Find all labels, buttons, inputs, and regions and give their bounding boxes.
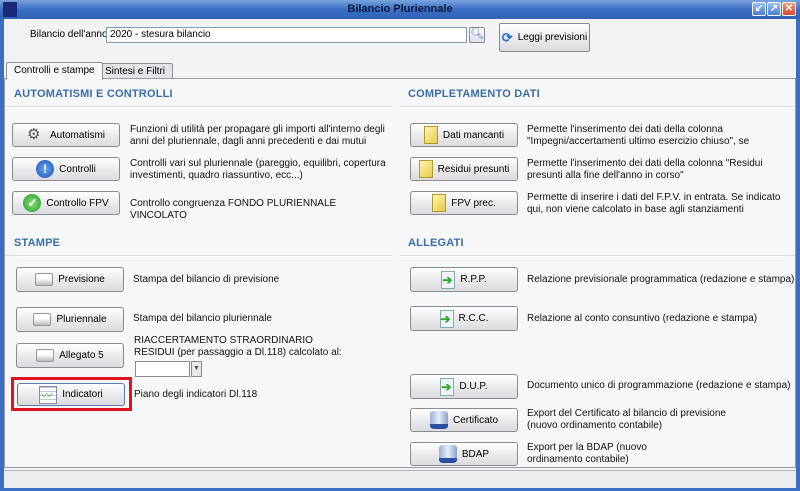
button-label: Previsione	[58, 274, 105, 285]
dup-desc: Documento unico di programmazione (redaz…	[527, 380, 791, 391]
app-icon	[3, 2, 17, 17]
button-label: FPV prec.	[451, 197, 496, 209]
chevron-down-icon: ▼	[193, 365, 200, 372]
section-automatismi-title: AUTOMATISMI E CONTROLLI	[14, 88, 173, 100]
date-input[interactable]	[135, 361, 190, 377]
fpv-prec-button[interactable]: FPV prec.	[410, 191, 518, 215]
rcc-desc: Relazione al conto consuntivo (redazione…	[527, 313, 758, 324]
section-completamento-title: COMPLETAMENTO DATI	[408, 88, 540, 100]
tab-controlli-e-stampe[interactable]: Controlli e stampe	[6, 62, 103, 80]
pluriennale-button[interactable]: Pluriennale	[16, 307, 124, 332]
controllo-fpv-button[interactable]: ✓ Controllo FPV	[12, 191, 120, 215]
automatismi-desc: Funzioni di utilità per propagare gli im…	[130, 124, 385, 147]
dati-mancanti-desc: Permette l'inserimento dei dati della co…	[527, 124, 750, 147]
tools-icon: ⚙	[26, 126, 41, 143]
divider	[400, 255, 795, 257]
document-arrow-icon: ➔	[441, 270, 456, 289]
divider	[5, 106, 392, 108]
button-label: Pluriennale	[56, 314, 107, 325]
tab-sintesi-e-filtri[interactable]: Sintesi e Filtri	[97, 63, 174, 79]
bdap-desc: Export per la BDAP (nuovo ordinamento co…	[527, 442, 647, 465]
certificato-button[interactable]: Certificato	[410, 408, 518, 432]
close-button[interactable]: ✕	[782, 2, 796, 16]
magnifier-icon: 🔍︎	[470, 28, 484, 40]
leggi-previsioni-button[interactable]: ⟳ Leggi previsioni	[499, 23, 590, 52]
database-save-icon	[438, 445, 457, 463]
rcc-button[interactable]: ➔ R.C.C.	[410, 306, 518, 331]
dati-mancanti-button[interactable]: Dati mancanti	[410, 123, 518, 147]
button-label: BDAP	[461, 448, 490, 460]
button-label: Indicatori	[62, 389, 103, 400]
controlli-button[interactable]: ! Controlli	[12, 157, 120, 181]
edit-document-icon	[423, 126, 438, 144]
bdap-button[interactable]: BDAP	[410, 442, 518, 466]
minimize-button[interactable]: ↙	[752, 2, 766, 16]
printer-icon	[33, 313, 52, 326]
document-arrow-icon: ➔	[440, 377, 455, 396]
controlli-desc: Controlli vari sul pluriennale (pareggio…	[130, 158, 386, 181]
edit-document-icon	[418, 160, 433, 178]
title-bar: Bilancio Pluriennale ↙ ↗ ✕	[0, 0, 800, 19]
divider	[400, 106, 795, 108]
year-label: Bilancio dell'anno:	[30, 29, 111, 40]
button-label: Allegato 5	[59, 350, 104, 361]
database-save-icon	[429, 411, 448, 429]
button-label: R.P.P.	[460, 274, 487, 285]
previsione-desc: Stampa del bilancio di previsione	[133, 274, 280, 285]
button-label: Automatismi	[49, 129, 105, 141]
info-exclamation-icon: !	[36, 160, 55, 178]
window-title: Bilancio Pluriennale	[347, 3, 453, 15]
year-input[interactable]: 2020 - stesura bilancio	[106, 27, 467, 43]
rpp-desc: Relazione previsionale programmatica (re…	[527, 274, 795, 285]
rpp-button[interactable]: ➔ R.P.P.	[410, 267, 518, 292]
button-label: Controlli	[59, 163, 96, 175]
pluriennale-desc: Stampa del bilancio pluriennale	[133, 313, 272, 324]
fpv-prec-desc: Permette di inserire i dati del F.P.V. i…	[527, 192, 781, 215]
previsione-button[interactable]: Previsione	[16, 267, 124, 292]
indicatori-desc: Piano degli indicatori Dl.118	[134, 389, 258, 400]
chart-icon: 〰	[39, 385, 58, 404]
allegato-5-desc: RIACCERTAMENTO STRAORDINARIO RESIDUI (pe…	[134, 335, 342, 358]
edit-document-icon	[432, 194, 447, 212]
section-stampe-title: STAMPE	[14, 237, 61, 249]
residui-presunti-desc: Permette l'inserimento dei dati della co…	[527, 158, 763, 181]
dup-button[interactable]: ➔ D.U.P.	[410, 374, 518, 399]
indicatori-button[interactable]: 〰 Indicatori	[17, 383, 125, 406]
button-label: Residui presunti	[437, 163, 510, 175]
search-button[interactable]: 🔍︎	[469, 27, 485, 43]
checkmark-icon: ✓	[23, 194, 42, 212]
status-bar	[4, 470, 796, 488]
section-allegati-title: ALLEGATI	[408, 237, 464, 249]
button-label: Dati mancanti	[442, 129, 505, 141]
button-label: R.C.C.	[458, 313, 489, 324]
button-label: D.U.P.	[459, 381, 488, 392]
leggi-previsioni-label: Leggi previsioni	[517, 32, 588, 43]
residui-presunti-button[interactable]: Residui presunti	[410, 157, 518, 181]
controllo-fpv-desc: Controllo congruenza FONDO PLURIENNALE V…	[130, 198, 337, 221]
date-dropdown-button[interactable]: ▼	[191, 361, 202, 377]
refresh-icon: ⟳	[501, 29, 513, 45]
automatismi-button[interactable]: ⚙ Automatismi	[12, 123, 120, 147]
maximize-button[interactable]: ↗	[767, 2, 781, 16]
button-label: Controllo FPV	[46, 197, 109, 209]
divider	[5, 255, 392, 257]
button-label: Certificato	[452, 414, 498, 426]
printer-icon	[36, 349, 55, 362]
certificato-desc: Export del Certificato al bilancio di pr…	[527, 408, 726, 431]
allegato-5-button[interactable]: Allegato 5	[16, 343, 124, 368]
printer-icon	[35, 273, 54, 286]
document-arrow-icon: ➔	[439, 309, 454, 328]
